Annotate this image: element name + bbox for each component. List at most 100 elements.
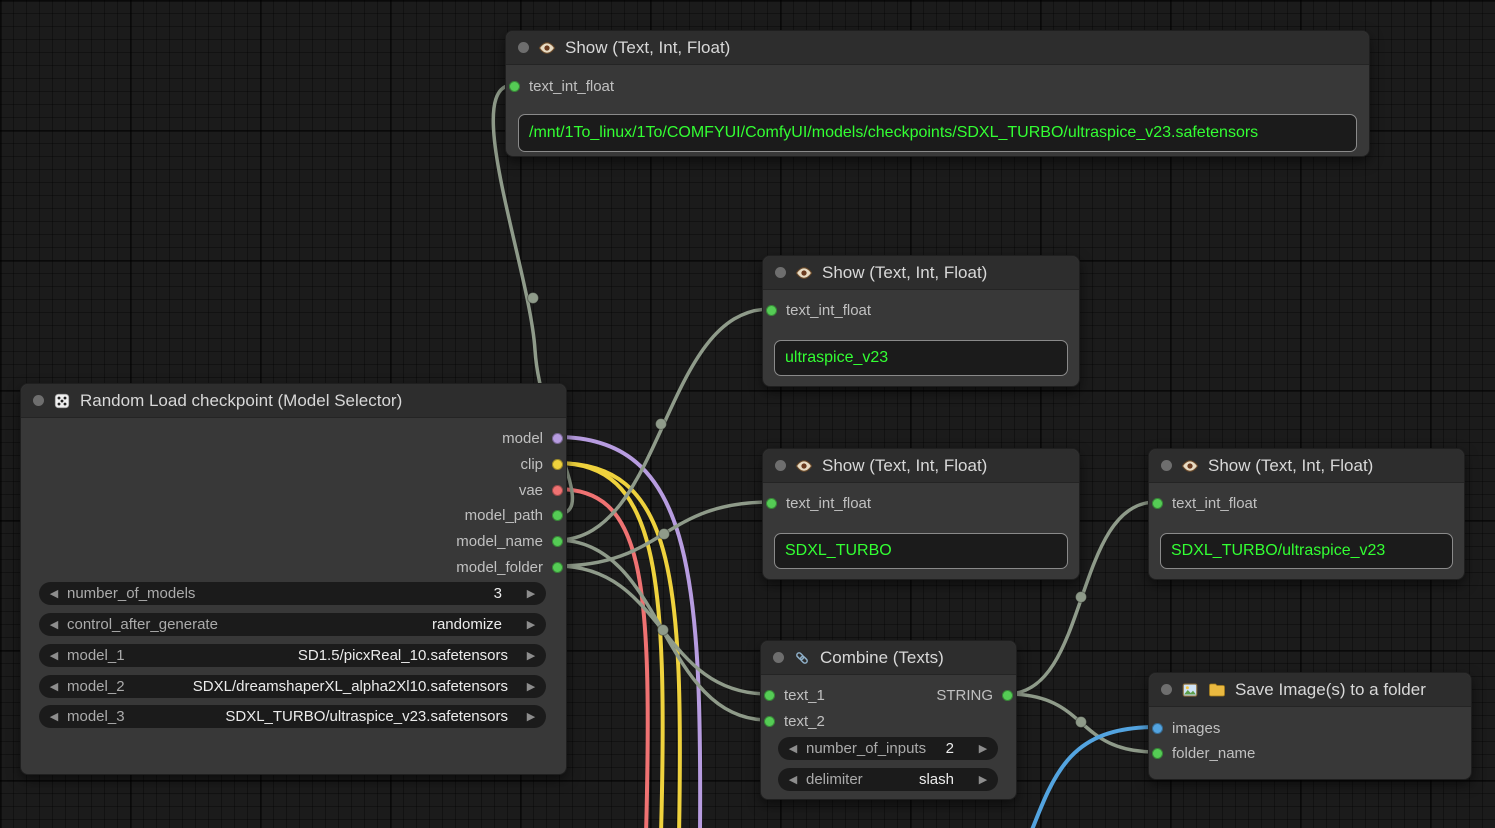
input-slot-text-1: text_1 [764,687,825,703]
input-slot-dot[interactable] [1152,498,1163,509]
node-title-bar[interactable]: Show (Text, Int, Float) [763,256,1079,290]
node-random-load-checkpoint[interactable]: Random Load checkpoint (Model Selector) … [20,383,567,775]
picture-icon [1181,681,1199,699]
node-show-model-name[interactable]: Show (Text, Int, Float) text_int_float u… [762,255,1080,387]
collapse-dot-icon[interactable] [1161,684,1172,695]
eye-icon [795,264,813,282]
output-slot-dot[interactable] [552,485,563,496]
output-slot-dot[interactable] [1002,690,1013,701]
node-title-bar[interactable]: Show (Text, Int, Float) [1149,449,1464,483]
increment-arrow-icon[interactable]: ▶ [522,618,540,631]
widget-number-of-inputs[interactable]: ◀ number_of_inputs 2 ▶ [778,737,998,760]
node-title-bar[interactable]: Show (Text, Int, Float) [506,31,1369,65]
output-slot-label: model_folder [456,559,543,576]
node-combine-texts[interactable]: Combine (Texts) text_1 text_2 STRING ◀ n… [760,640,1017,800]
folder-icon [1208,681,1226,699]
link-midpoint-dot [659,529,670,540]
eye-icon [538,39,556,57]
node-show-model-folder[interactable]: Show (Text, Int, Float) text_int_float S… [762,448,1080,580]
widget-value: randomize [432,616,502,633]
decrement-arrow-icon[interactable]: ◀ [45,680,63,693]
output-slot-dot[interactable] [552,510,563,521]
node-show-combined-string[interactable]: Show (Text, Int, Float) text_int_float S… [1148,448,1465,580]
increment-arrow-icon[interactable]: ▶ [522,710,540,723]
node-save-images-to-folder[interactable]: Save Image(s) to a folder images folder_… [1148,672,1472,780]
widget-model-1[interactable]: ◀ model_1 SD1.5/picxReal_10.safetensors … [39,644,546,667]
widget-label: number_of_models [67,585,195,602]
decrement-arrow-icon[interactable]: ◀ [784,773,802,786]
input-slot-folder-name: folder_name [1152,745,1255,761]
output-slot-label: model_name [456,533,543,550]
collapse-dot-icon[interactable] [33,395,44,406]
widget-value: slash [919,771,954,788]
decrement-arrow-icon[interactable]: ◀ [45,618,63,631]
node-title: Show (Text, Int, Float) [565,38,730,58]
widget-label: model_1 [67,647,125,664]
widget-value: SDXL_TURBO/ultraspice_v23.safetensors [225,708,508,725]
text-display[interactable]: /mnt/1To_linux/1To/COMFYUI/ComfyUI/model… [518,114,1357,152]
increment-arrow-icon[interactable]: ▶ [522,587,540,600]
decrement-arrow-icon[interactable]: ◀ [45,710,63,723]
collapse-dot-icon[interactable] [775,460,786,471]
input-slot-label: text_int_float [786,495,871,512]
text-display[interactable]: ultraspice_v23 [774,340,1068,376]
collapse-dot-icon[interactable] [775,267,786,278]
node-title-bar[interactable]: Combine (Texts) [761,641,1016,675]
output-slot-model-name: model_name [456,533,563,549]
node-show-model-path[interactable]: Show (Text, Int, Float) text_int_float /… [505,30,1370,157]
output-slot-dot[interactable] [552,562,563,573]
dice-icon [53,392,71,410]
node-title-bar[interactable]: Save Image(s) to a folder [1149,673,1471,707]
link-midpoint-dot [1076,592,1087,603]
input-slot-label: text_1 [784,687,825,704]
input-slot-text-int-float: text_int_float [766,302,871,318]
text-display[interactable]: SDXL_TURBO/ultraspice_v23 [1160,533,1453,569]
node-title-bar[interactable]: Show (Text, Int, Float) [763,449,1079,483]
increment-arrow-icon[interactable]: ▶ [974,742,992,755]
collapse-dot-icon[interactable] [518,42,529,53]
widget-label: number_of_inputs [806,740,926,757]
collapse-dot-icon[interactable] [1161,460,1172,471]
output-slot-label: vae [519,482,543,499]
input-slot-images: images [1152,720,1220,736]
increment-arrow-icon[interactable]: ▶ [974,773,992,786]
decrement-arrow-icon[interactable]: ◀ [45,587,63,600]
input-slot-dot[interactable] [1152,748,1163,759]
output-slot-model-folder: model_folder [456,559,563,575]
node-title: Show (Text, Int, Float) [822,263,987,283]
input-slot-label: text_2 [784,713,825,730]
node-title-bar[interactable]: Random Load checkpoint (Model Selector) [21,384,566,418]
input-slot-text-int-float: text_int_float [766,495,871,511]
input-slot-label: text_int_float [786,302,871,319]
widget-number-of-models[interactable]: ◀ number_of_models 3 ▶ [39,582,546,605]
widget-value: 2 [946,740,954,757]
output-slot-dot[interactable] [552,459,563,470]
decrement-arrow-icon[interactable]: ◀ [45,649,63,662]
input-slot-dot[interactable] [766,498,777,509]
increment-arrow-icon[interactable]: ▶ [522,680,540,693]
input-slot-dot[interactable] [1152,723,1163,734]
output-slot-label: model_path [465,507,543,524]
widget-delimiter[interactable]: ◀ delimiter slash ▶ [778,768,998,791]
input-slot-dot[interactable] [764,690,775,701]
widget-model-2[interactable]: ◀ model_2 SDXL/dreamshaperXL_alpha2Xl10.… [39,675,546,698]
widget-control-after-generate[interactable]: ◀ control_after_generate randomize ▶ [39,613,546,636]
collapse-dot-icon[interactable] [773,652,784,663]
output-slot-dot[interactable] [552,536,563,547]
widget-label: control_after_generate [67,616,218,633]
input-slot-dot[interactable] [766,305,777,316]
input-slot-dot[interactable] [764,716,775,727]
output-slot-label: STRING [936,687,993,704]
node-title: Random Load checkpoint (Model Selector) [80,391,402,411]
text-display[interactable]: SDXL_TURBO [774,533,1068,569]
input-slot-label: folder_name [1172,745,1255,762]
eye-icon [795,457,813,475]
link-midpoint-dot [656,419,667,430]
decrement-arrow-icon[interactable]: ◀ [784,742,802,755]
link-midpoint-dot [1076,717,1087,728]
output-slot-dot[interactable] [552,433,563,444]
node-graph-canvas[interactable]: Show (Text, Int, Float) text_int_float /… [0,0,1495,828]
widget-model-3[interactable]: ◀ model_3 SDXL_TURBO/ultraspice_v23.safe… [39,705,546,728]
increment-arrow-icon[interactable]: ▶ [522,649,540,662]
input-slot-dot[interactable] [509,81,520,92]
